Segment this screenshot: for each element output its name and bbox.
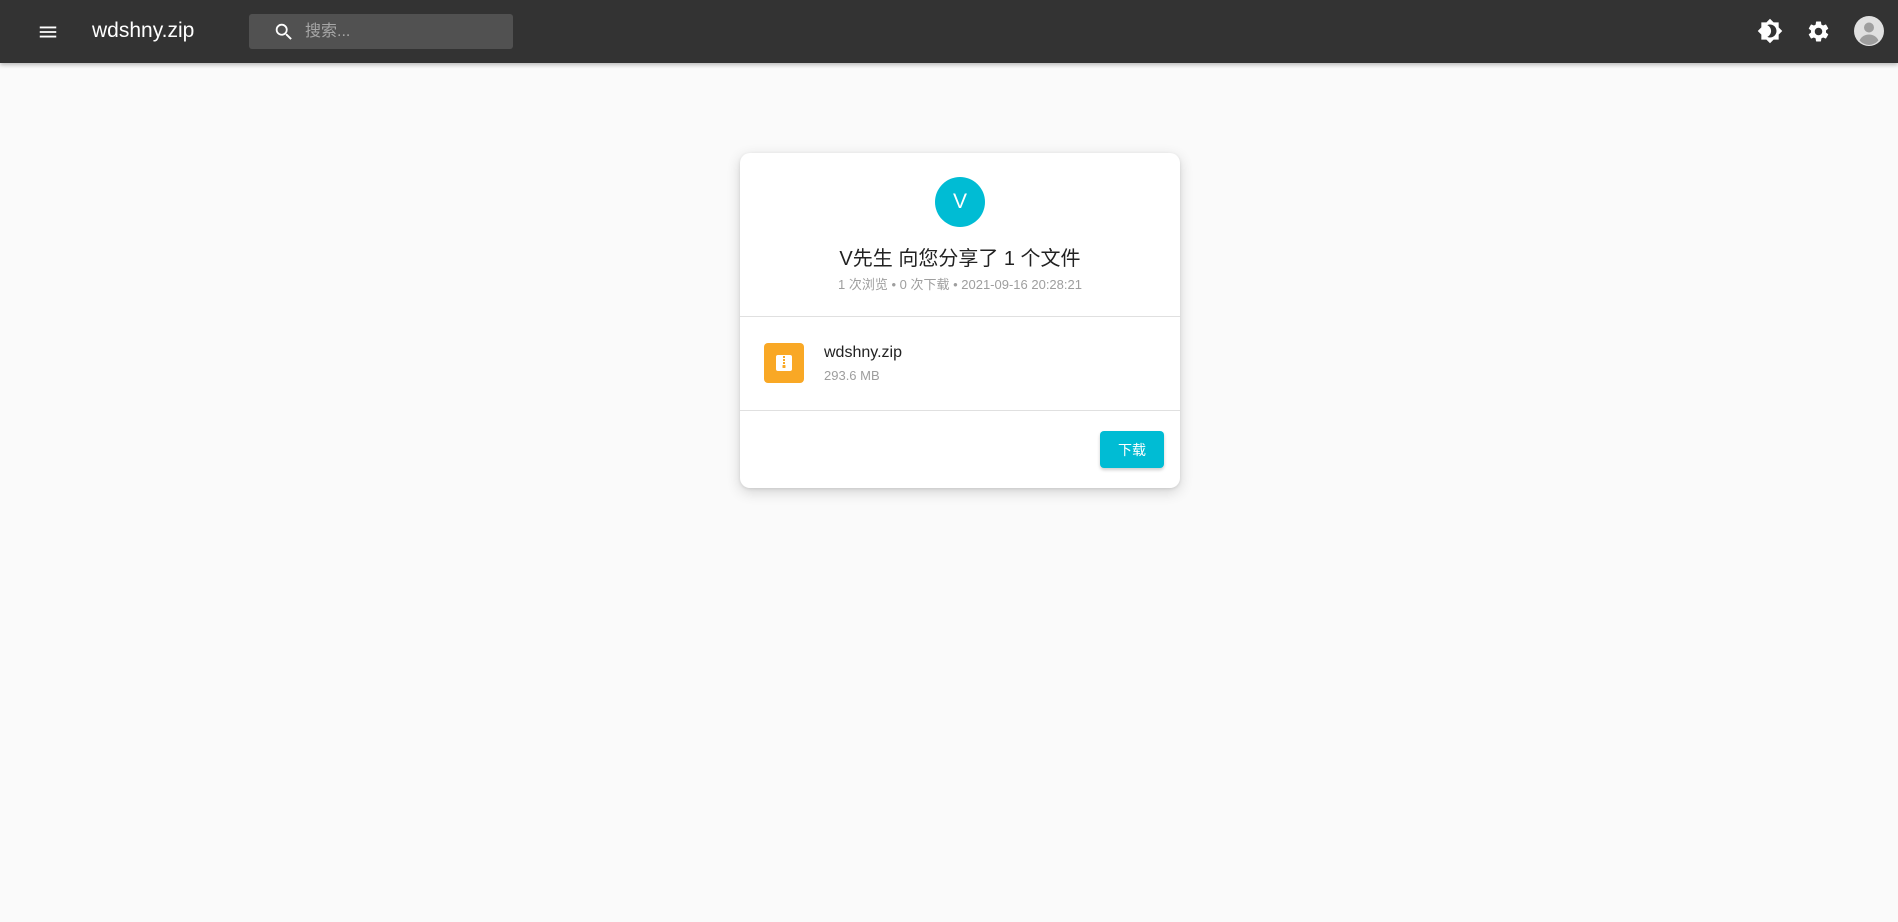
menu-button[interactable] (30, 14, 66, 50)
app-bar: wdshny.zip (0, 0, 1898, 63)
avatar[interactable]: V (935, 177, 985, 227)
file-name[interactable]: wdshny.zip (824, 344, 902, 362)
share-card: V V先生 向您分享了 1 个文件 1 次浏览 • 0 次下载 • 2021-0… (740, 153, 1180, 488)
gear-icon (1808, 20, 1828, 41)
theme-toggle-button[interactable] (1755, 16, 1785, 46)
file-item-icon[interactable] (764, 343, 804, 383)
divider (740, 316, 1180, 317)
file-size: 293.6 MB (824, 368, 880, 383)
download-button[interactable]: 下载 (1100, 431, 1164, 468)
divider (740, 410, 1180, 411)
search-box[interactable] (249, 14, 513, 49)
search-icon (275, 23, 292, 40)
account-button[interactable] (1853, 15, 1885, 47)
share-title: V先生 向您分享了 1 个文件 (839, 248, 1081, 270)
settings-button[interactable] (1803, 16, 1833, 46)
brightness-icon (1757, 18, 1783, 44)
share-meta: 1 次浏览 • 0 次下载 • 2021-09-16 20:28:21 (838, 277, 1082, 292)
zip-file-icon (776, 355, 792, 371)
page-title: wdshny.zip (92, 19, 195, 42)
menu-icon (39, 26, 57, 38)
search-input[interactable] (303, 14, 503, 49)
account-icon (1854, 16, 1884, 46)
